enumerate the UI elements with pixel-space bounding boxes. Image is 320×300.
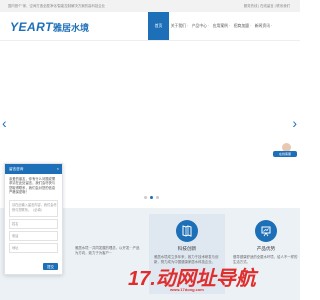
message-popup-intro: 亲爱的朋友，你有什么问题或需求请在此处留言，我们会尽快与您取得联系，我们会对您的…: [9, 177, 56, 195]
name-field[interactable]: 姓名: [9, 218, 58, 229]
feature-icon-placeholder: [97, 220, 119, 242]
service-badge[interactable]: 在线客服: [273, 151, 297, 157]
banner-dot-active[interactable]: [150, 196, 153, 199]
banner-dot[interactable]: [144, 196, 147, 199]
online-service-widget[interactable]: 在线客服: [272, 142, 298, 164]
address-field[interactable]: 地址: [9, 242, 58, 253]
nav-item-products[interactable]: 产品中心 ·: [190, 12, 211, 40]
message-content-field[interactable]: 请在此输入留言内容，我们会尽快与您联系。（必填）: [9, 199, 58, 217]
nav-item-news[interactable]: 新闻资讯 ·: [253, 12, 274, 40]
site-header: YEART 雅居水境 首页 关于我们 · 产品中心 · 应用案例 · 招商加盟 …: [0, 12, 300, 41]
watermark-url: www.17dong.com: [170, 287, 204, 292]
banner-pagination: [144, 196, 159, 199]
feature-title: 产品优势: [256, 246, 276, 251]
top-bar-slogan: 国内首个“家、空间打造全屋净化/智能控制解决方案的高科技企业: [8, 4, 106, 8]
logo-wordmark[interactable]: YEART: [10, 20, 53, 34]
logo-chinese[interactable]: 雅居水境: [53, 21, 89, 34]
banner-prev-arrow-icon[interactable]: ‹: [2, 115, 7, 131]
banner-dot[interactable]: [156, 196, 159, 199]
message-popup-title: 留言咨询: [9, 166, 24, 171]
top-bar-links[interactable]: 服务热线 | 在线留言 | 联系我们: [244, 3, 290, 8]
presentation-board-icon: [255, 220, 277, 242]
submit-button[interactable]: 提交: [43, 263, 58, 270]
message-popup: 留言咨询 × 亲爱的朋友，你有什么问题或需求请在此处留言，我们会尽快与您取得联系…: [4, 163, 63, 275]
feature-title: 科技创新: [177, 246, 197, 251]
nav-item-franchise[interactable]: 招商加盟 ·: [232, 12, 253, 40]
nav-item-cases[interactable]: 应用案例 ·: [211, 12, 232, 40]
nav-item-home[interactable]: 首页: [148, 12, 169, 40]
feature-desc: 雅居水境···共同发展的理念，以开发···产品为方向，致力于为客户···: [75, 246, 140, 255]
close-icon[interactable]: ×: [57, 166, 59, 171]
bookmark-map-icon: [176, 220, 198, 242]
watermark: 17.动网址导航 www.17dong.com: [128, 262, 256, 292]
main-nav: 首页 关于我们 · 产品中心 · 应用案例 · 招商加盟 · 新闻资讯 ·: [148, 12, 274, 40]
message-popup-header: 留言咨询 ×: [5, 164, 62, 174]
nav-item-about[interactable]: 关于我们 ·: [169, 12, 190, 40]
phone-field[interactable]: 电话: [9, 230, 58, 241]
banner-next-arrow-icon[interactable]: ›: [292, 115, 297, 131]
